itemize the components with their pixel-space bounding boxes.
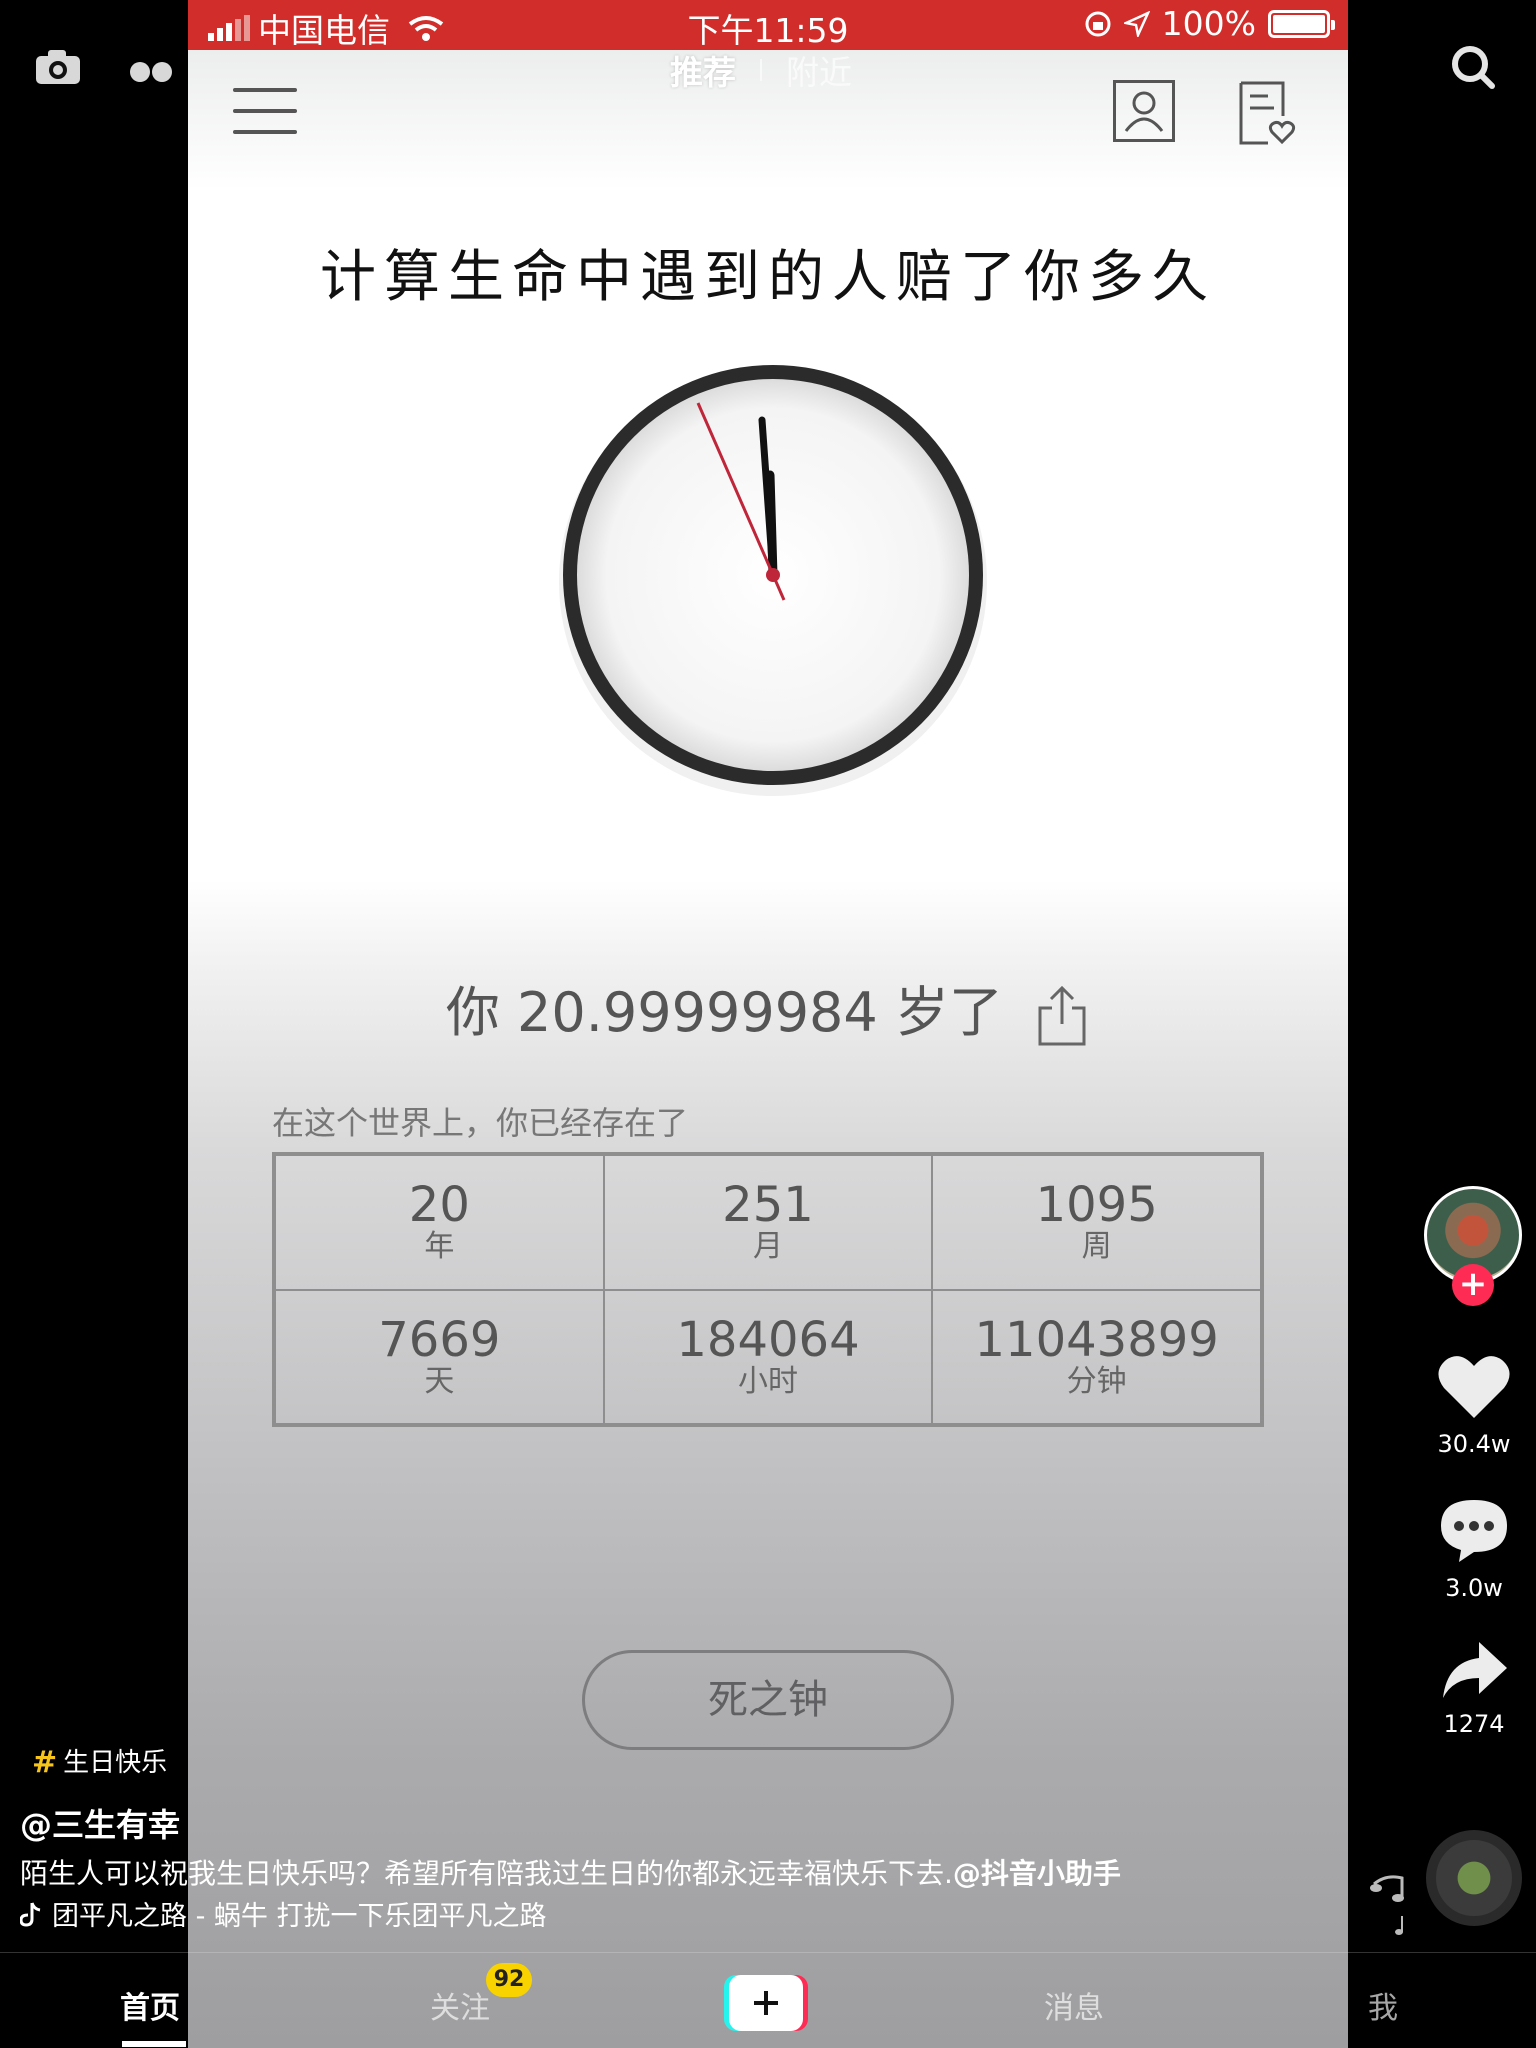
hashtag-icon: # (32, 1745, 58, 1780)
follow-badge: 92 (486, 1963, 532, 1997)
music-info[interactable]: 团平凡之路 - 蜗牛 打扰一下乐团平凡之路 (20, 1894, 547, 1933)
stat-years: 20 年 (275, 1155, 604, 1290)
stat-days: 7669 天 (275, 1289, 604, 1424)
page-headline: 计算生命中遇到的人赔了你多久 (320, 245, 1216, 310)
nav-me[interactable]: 我 (1368, 1983, 1398, 2027)
like-button[interactable]: 30.4w (1414, 1352, 1534, 1458)
location-icon (1123, 10, 1150, 37)
stat-months: 251 月 (603, 1155, 933, 1290)
caption-mention[interactable]: @抖音小助手 (953, 1857, 1121, 1890)
hashtag-chip[interactable]: # 生日快乐 (20, 1742, 180, 1784)
menu-icon[interactable] (233, 88, 297, 134)
video-frame[interactable]: 中国电信 下午11:59 100% 计算生命中遇到的人赔了你多久 你 20.99… (188, 0, 1348, 2048)
nav-home[interactable]: 首页 (120, 1983, 180, 2027)
camera-icon[interactable] (34, 48, 82, 86)
inner-status-bar: 中国电信 下午11:59 100% (188, 0, 1348, 50)
dots-icon[interactable] (128, 60, 176, 84)
stat-weeks: 1095 周 (932, 1155, 1261, 1290)
share-button[interactable]: 1274 (1414, 1640, 1534, 1738)
active-tab-indicator (122, 2041, 186, 2047)
life-stats-table: 20 年 251 月 1095 周 7669 天 184064 小时 11043899 分钟 (272, 1152, 1264, 1427)
author-name[interactable]: @三生有幸 (20, 1800, 180, 1846)
profile-icon[interactable] (1113, 80, 1175, 142)
tiktok-note-icon (20, 1901, 41, 1927)
music-disc[interactable] (1426, 1830, 1522, 1926)
battery-percent: 100% (1161, 4, 1256, 43)
death-clock-button[interactable]: 死之钟 (582, 1650, 954, 1750)
exist-label: 在这个世界上，你已经存在了 (272, 1104, 689, 1142)
share-arrow-icon (1443, 1642, 1507, 1698)
like-count: 30.4w (1437, 1430, 1511, 1458)
music-note-icon (1370, 1875, 1404, 1935)
nav-follow[interactable]: 关注 (430, 1983, 490, 2027)
share-icon[interactable] (1034, 984, 1090, 1048)
stat-minutes: 11043899 分钟 (932, 1289, 1261, 1424)
nav-messages[interactable]: 消息 (1044, 1983, 1104, 2027)
tab-divider (760, 59, 762, 81)
comment-button[interactable]: 3.0w (1414, 1496, 1534, 1602)
follow-plus-button[interactable]: + (1452, 1264, 1494, 1306)
battery-icon (1268, 9, 1335, 38)
lock-rotation-icon (1085, 11, 1111, 36)
tab-nearby[interactable]: 附近 (786, 46, 852, 94)
stat-hours: 184064 小时 (603, 1289, 933, 1424)
age-value: 你 20.99999984 岁了 (445, 981, 1003, 1044)
hashtag-label: 生日快乐 (63, 1748, 168, 1778)
comment-icon (1441, 1500, 1507, 1562)
age-text: 你 20.99999984 岁了 (188, 968, 1348, 1048)
share-count: 1274 (1443, 1710, 1505, 1738)
caption-text: 陌生人可以祝我生日快乐吗？希望所有陪我过生日的你都永远幸福快乐下去. (20, 1857, 953, 1890)
music-title: 团平凡之路 - 蜗牛 打扰一下乐团平凡之路 (52, 1901, 547, 1932)
tab-recommend[interactable]: 推荐 (670, 46, 736, 94)
heart-icon (1438, 1356, 1510, 1418)
search-icon[interactable] (1450, 44, 1496, 90)
top-tabs: 推荐 附近 (670, 46, 852, 94)
video-caption: 陌生人可以祝我生日快乐吗？希望所有陪我过生日的你都永远幸福快乐下去.@抖音小助手 (20, 1852, 1121, 1892)
plus-icon[interactable] (724, 1975, 808, 2031)
clock-icon (559, 365, 987, 796)
favorite-list-icon[interactable] (1238, 80, 1296, 146)
bottom-nav: 首页 关注 92 消息 我 (0, 1952, 1536, 2048)
comment-count: 3.0w (1445, 1574, 1503, 1602)
